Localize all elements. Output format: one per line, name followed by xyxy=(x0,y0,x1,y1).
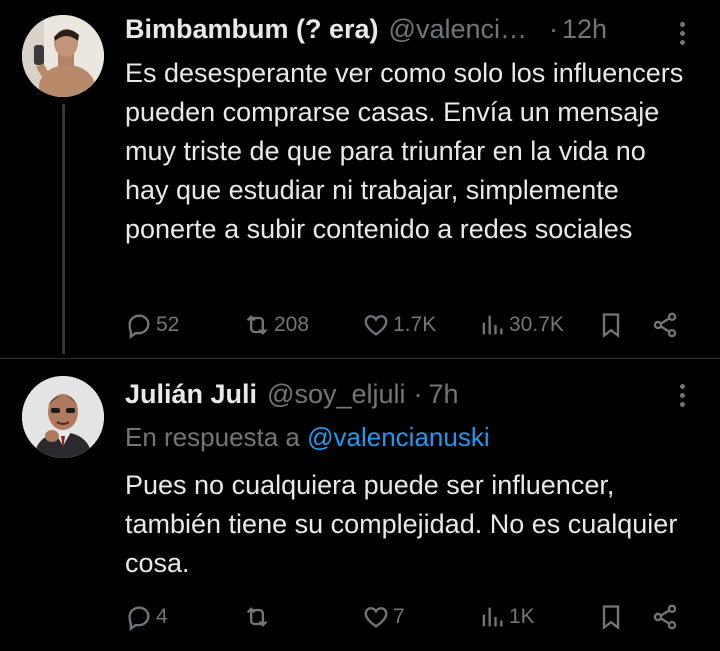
like-count: 1.7K xyxy=(393,313,437,336)
retweet-icon xyxy=(246,315,268,335)
views-count: 30.7K xyxy=(509,313,564,336)
display-name[interactable]: Julián Juli xyxy=(125,377,257,411)
retweet-button[interactable]: 208 xyxy=(243,305,309,345)
like-icon xyxy=(364,315,388,336)
views-icon xyxy=(482,607,503,627)
reply-icon xyxy=(128,606,150,631)
tweet-header: Bimbambum (? era) @valenci… · 12h xyxy=(125,12,607,46)
reply-button[interactable]: 4 xyxy=(125,597,168,637)
reply-count: 52 xyxy=(156,313,180,336)
retweet-button[interactable] xyxy=(243,597,271,637)
user-handle[interactable]: @valenci… xyxy=(389,12,527,46)
share-button[interactable] xyxy=(651,305,679,345)
reply-prefix: En respuesta a xyxy=(125,422,300,452)
tweet-divider xyxy=(0,358,720,359)
more-icon[interactable] xyxy=(680,22,686,49)
views-button[interactable]: 1K xyxy=(478,597,535,637)
tweet-text: Pues no cualquiera puede ser influencer,… xyxy=(125,470,678,578)
reply-context: En respuesta a @valencianuski xyxy=(125,420,490,454)
retweet-count: 208 xyxy=(274,313,310,336)
separator: · xyxy=(549,14,559,44)
tweet-text: Es desesperante ver como solo los influe… xyxy=(125,58,684,244)
avatar[interactable] xyxy=(22,15,104,97)
views-button[interactable]: 30.7K xyxy=(478,305,564,345)
share-icon xyxy=(653,312,677,338)
like-button[interactable]: 1.7K xyxy=(362,305,436,345)
bookmark-icon xyxy=(602,605,620,630)
bookmark-icon xyxy=(602,313,620,338)
tweet[interactable]: Julián Juli @soy_eljuli · 7h En respuest… xyxy=(0,360,720,651)
reply-icon xyxy=(128,314,150,339)
views-count: 1K xyxy=(509,605,535,628)
like-icon xyxy=(364,607,388,628)
user-handle[interactable]: @soy_eljuli xyxy=(267,377,405,411)
reply-count: 4 xyxy=(156,605,168,628)
bookmark-button[interactable] xyxy=(597,305,625,345)
views-icon xyxy=(482,315,503,335)
action-bar: 52 208 1.7K 30.7K xyxy=(0,305,720,345)
tweet-header: Julián Juli @soy_eljuli · 7h xyxy=(125,377,459,411)
avatar[interactable] xyxy=(22,376,104,458)
like-count: 7 xyxy=(393,605,405,628)
share-button[interactable] xyxy=(651,597,679,637)
timestamp[interactable]: 12h xyxy=(562,12,607,46)
like-button[interactable]: 7 xyxy=(362,597,405,637)
reply-mention-link[interactable]: @valencianuski xyxy=(307,422,489,452)
tweet[interactable]: Bimbambum (? era) @valenci… · 12h Es des… xyxy=(0,0,720,354)
retweet-icon xyxy=(246,607,268,627)
display-name[interactable]: Bimbambum (? era) xyxy=(125,12,379,46)
action-bar: 4 7 1K xyxy=(0,597,720,637)
reply-button[interactable]: 52 xyxy=(125,305,179,345)
timestamp[interactable]: 7h xyxy=(429,377,459,411)
more-icon[interactable] xyxy=(680,384,686,411)
separator: · xyxy=(413,379,423,409)
bookmark-button[interactable] xyxy=(597,597,625,637)
share-icon xyxy=(653,604,677,630)
